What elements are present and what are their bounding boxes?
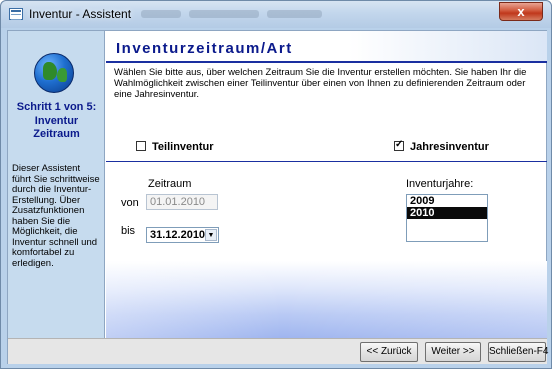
list-item[interactable]: 2009 xyxy=(407,195,487,207)
title-bar[interactable]: Inventur - Assistent x xyxy=(1,1,551,28)
von-label: von xyxy=(121,197,139,209)
wizard-window: Inventur - Assistent x Schritt 1 von 5: … xyxy=(0,0,552,369)
close-wizard-button[interactable]: Schließen-F4 xyxy=(488,342,548,362)
list-item-selected[interactable]: 2010 xyxy=(407,207,487,219)
jahresinventur-checkbox[interactable]: Jahresinventur xyxy=(394,139,489,153)
blurred-background-title xyxy=(141,7,471,21)
checkbox-box[interactable] xyxy=(136,141,146,151)
window-title: Inventur - Assistent xyxy=(29,7,132,21)
app-icon xyxy=(9,8,23,20)
header-divider xyxy=(106,61,547,63)
assistant-description: Dieser Assistent führt Sie schrittweise … xyxy=(12,163,100,269)
next-button[interactable]: Weiter >> xyxy=(425,342,481,362)
section-divider xyxy=(106,161,547,162)
globe-icon xyxy=(34,53,74,93)
bis-date-value: 31.12.2010 xyxy=(150,229,206,241)
inventurjahre-label: Inventurjahre: xyxy=(406,178,474,190)
button-bar: << Zurück Weiter >> Schließen-F4 xyxy=(8,338,548,364)
decorative-gradient xyxy=(106,261,547,338)
page-title: Inventurzeitraum/Art xyxy=(116,40,293,57)
teilinventur-checkbox[interactable]: Teilinventur xyxy=(136,141,214,153)
bis-date-dropdown[interactable]: 31.12.2010 ▼ xyxy=(146,227,219,243)
chevron-down-icon[interactable]: ▼ xyxy=(205,229,217,241)
inventurjahre-listbox[interactable]: 2009 2010 xyxy=(406,194,488,242)
bis-label: bis xyxy=(121,225,136,237)
left-panel: Schritt 1 von 5: Inventur Zeitraum Diese… xyxy=(8,31,105,338)
wizard-client-area: Schritt 1 von 5: Inventur Zeitraum Diese… xyxy=(7,30,548,364)
back-button[interactable]: << Zurück xyxy=(360,342,418,362)
step-indicator: Schritt 1 von 5: xyxy=(16,101,97,113)
jahresinventur-label: Jahresinventur xyxy=(410,141,489,153)
teilinventur-label: Teilinventur xyxy=(152,141,214,153)
page-header: Inventurzeitraum/Art xyxy=(106,31,547,63)
von-date-field: 01.01.2010 xyxy=(146,194,218,210)
intro-text: Wählen Sie bitte aus, über welchen Zeitr… xyxy=(114,67,527,100)
step-title-line-2: Zeitraum xyxy=(33,128,80,140)
zeitraum-label: Zeitraum xyxy=(148,178,192,190)
step-title-line-1: Inventur xyxy=(34,115,79,127)
close-button[interactable]: x xyxy=(499,2,543,21)
step-title: Inventur Zeitraum xyxy=(8,115,105,141)
checkbox-box-checked[interactable] xyxy=(394,139,404,151)
